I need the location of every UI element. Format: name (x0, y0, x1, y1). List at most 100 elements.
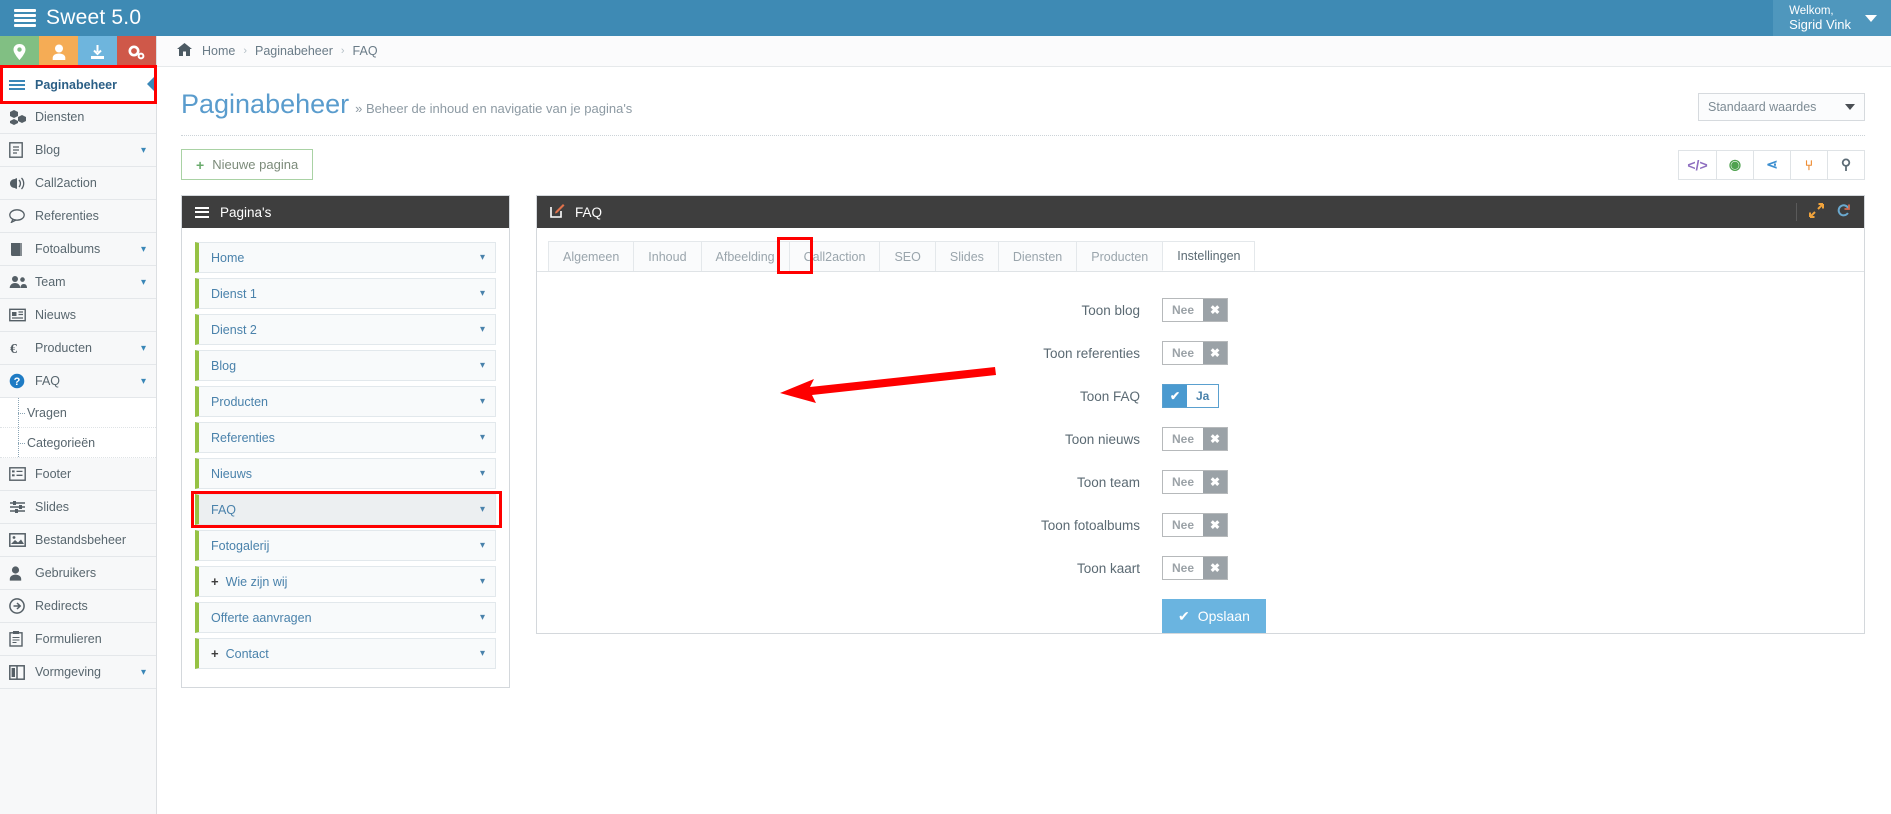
sidebar-item-blog[interactable]: Blog ▾ (0, 134, 156, 167)
chevron-down-icon[interactable]: ▾ (480, 324, 485, 335)
cross-icon: ✖ (1203, 514, 1228, 536)
standaard-waardes-select[interactable]: Standaard waardes (1698, 93, 1865, 121)
chevron-down-icon[interactable]: ▾ (141, 667, 146, 678)
page-row-dienst-2[interactable]: Dienst 2 ▾ (195, 314, 496, 345)
chevron-down-icon[interactable]: ▾ (141, 145, 146, 156)
user-icon (9, 565, 35, 581)
edit-pencil-icon (550, 203, 565, 221)
search-icon[interactable]: ⚲ (1827, 150, 1864, 179)
chevron-down-icon[interactable]: ▾ (480, 432, 485, 443)
sidebar-item-producten[interactable]: € Producten ▾ (0, 332, 156, 365)
tab-afbeelding[interactable]: Afbeelding (700, 241, 790, 271)
page-subtitle: » Beheer de inhoud en navigatie van je p… (355, 101, 633, 116)
chevron-down-icon[interactable]: ▾ (480, 540, 485, 551)
sidebar-item-referenties[interactable]: Referenties (0, 200, 156, 233)
tab-seo[interactable]: SEO (879, 241, 936, 271)
tab-diensten[interactable]: Diensten (997, 241, 1078, 271)
sidebar-item-label: Referenties (35, 209, 99, 223)
page-row-fotogalerij[interactable]: Fotogalerij ▾ (195, 530, 496, 561)
chevron-down-icon[interactable]: ▾ (480, 396, 485, 407)
cubes-icon (9, 109, 35, 125)
download-icon[interactable] (78, 36, 117, 68)
tab-instellingen[interactable]: Instellingen (1162, 241, 1256, 271)
sidebar-item-redirects[interactable]: Redirects (0, 590, 156, 623)
page-row-label: Referenties (211, 430, 275, 445)
tab-slides[interactable]: Slides (934, 241, 999, 271)
tab-algemeen[interactable]: Algemeen (548, 241, 635, 271)
chevron-down-icon[interactable]: ▾ (141, 244, 146, 255)
sidebar-subitem-vragen[interactable]: Vragen (0, 398, 156, 428)
chevron-down-icon[interactable]: ▾ (141, 277, 146, 288)
chevron-down-icon[interactable]: ▾ (480, 360, 485, 371)
page-row-offerte-aanvragen[interactable]: Offerte aanvragen ▾ (195, 602, 496, 633)
chevron-down-icon[interactable]: ▾ (480, 468, 485, 479)
plus-icon[interactable]: + (211, 574, 219, 589)
sidebar-item-formulieren[interactable]: Formulieren (0, 623, 156, 656)
toggle-toon-faq[interactable]: Ja ✔ (1162, 384, 1220, 408)
user-menu[interactable]: Welkom, Sigrid Vink (1773, 0, 1891, 36)
page-row-contact[interactable]: + Contact ▾ (195, 638, 496, 669)
chevron-down-icon[interactable]: ▾ (480, 252, 485, 263)
toggle-toon-kaart[interactable]: Nee ✖ (1162, 556, 1229, 580)
page-row-referenties[interactable]: Referenties ▾ (195, 422, 496, 453)
toggle-toon-fotoalbums[interactable]: Nee ✖ (1162, 513, 1229, 537)
toggle-toon-team[interactable]: Nee ✖ (1162, 470, 1229, 494)
sidebar-item-vormgeving[interactable]: Vormgeving ▾ (0, 656, 156, 689)
location-pin-icon[interactable] (0, 36, 39, 68)
page-row-faq[interactable]: FAQ ▾ (195, 494, 496, 525)
refresh-icon[interactable] (1836, 203, 1851, 221)
chevron-down-icon[interactable]: ▾ (480, 288, 485, 299)
chevron-down-icon[interactable]: ▾ (141, 376, 146, 387)
eye-icon[interactable]: ◉ (1716, 150, 1753, 179)
sidebar-item-team[interactable]: Team ▾ (0, 266, 156, 299)
tab-inhoud[interactable]: Inhoud (633, 241, 702, 271)
sidebar-item-faq[interactable]: ? FAQ ▾ (0, 365, 156, 398)
plus-icon[interactable]: + (211, 646, 219, 661)
chevron-down-icon[interactable]: ▾ (480, 576, 485, 587)
sidebar-item-gebruikers[interactable]: Gebruikers (0, 557, 156, 590)
toggle-toon-blog[interactable]: Nee ✖ (1162, 298, 1229, 322)
page-row-dienst-1[interactable]: Dienst 1 ▾ (195, 278, 496, 309)
comment-icon (9, 209, 35, 223)
page-row-label: Fotogalerij (211, 538, 270, 553)
breadcrumb-item-home[interactable]: Home (202, 44, 235, 58)
page-row-home[interactable]: Home ▾ (195, 242, 496, 273)
chevron-down-icon[interactable]: ▾ (480, 648, 485, 659)
chevron-down-icon[interactable]: ▾ (141, 343, 146, 354)
chevron-down-icon[interactable]: ▾ (480, 504, 485, 515)
sidebar-item-paginabeheer[interactable]: Paginabeheer (0, 68, 157, 101)
breadcrumb-item-paginabeheer[interactable]: Paginabeheer (255, 44, 333, 58)
share-icon[interactable]: ⋖ (1753, 150, 1790, 179)
sidebar-item-footer[interactable]: Footer (0, 458, 156, 491)
chevron-down-icon[interactable]: ▾ (480, 612, 485, 623)
sidebar-item-nieuws[interactable]: Nieuws (0, 299, 156, 332)
code-icon[interactable]: </> (1679, 151, 1716, 179)
tab-label: Diensten (1012, 249, 1063, 264)
sidebar-subitem-categorie-n[interactable]: Categorieën (0, 428, 156, 458)
sidebar-item-diensten[interactable]: Diensten (0, 101, 156, 134)
page-row-wie-zijn-wij[interactable]: + Wie zijn wij ▾ (195, 566, 496, 597)
toggle-toon-nieuws[interactable]: Nee ✖ (1162, 427, 1229, 451)
tab-producten[interactable]: Producten (1076, 241, 1164, 271)
tab-call2action[interactable]: Call2action (788, 241, 881, 271)
file-text-icon (9, 142, 35, 158)
sidebar-item-slides[interactable]: Slides (0, 491, 156, 524)
sidebar-item-label: Blog (35, 143, 61, 157)
sitemap-icon[interactable]: ⑂ (1790, 150, 1827, 179)
caret-down-icon[interactable] (1865, 14, 1877, 22)
sidebar-item-call2action[interactable]: Call2action (0, 167, 156, 200)
app-brand[interactable]: Sweet 5.0 (0, 6, 141, 30)
home-icon[interactable] (177, 43, 192, 59)
opslaan-button[interactable]: ✔ Opslaan (1162, 599, 1266, 633)
expand-icon[interactable] (1809, 203, 1824, 221)
page-row-producten[interactable]: Producten ▾ (195, 386, 496, 417)
page-row-nieuws[interactable]: Nieuws ▾ (195, 458, 496, 489)
gears-icon[interactable] (117, 36, 156, 68)
sidebar-item-fotoalbums[interactable]: Fotoalbums ▾ (0, 233, 156, 266)
sidebar-item-bestandsbeheer[interactable]: Bestandsbeheer (0, 524, 156, 557)
nieuwe-pagina-button[interactable]: + Nieuwe pagina (181, 149, 314, 180)
page-row-blog[interactable]: Blog ▾ (195, 350, 496, 381)
user-icon[interactable] (39, 36, 78, 68)
toggle-toon-referenties[interactable]: Nee ✖ (1162, 341, 1229, 365)
breadcrumb-item-faq[interactable]: FAQ (353, 44, 378, 58)
